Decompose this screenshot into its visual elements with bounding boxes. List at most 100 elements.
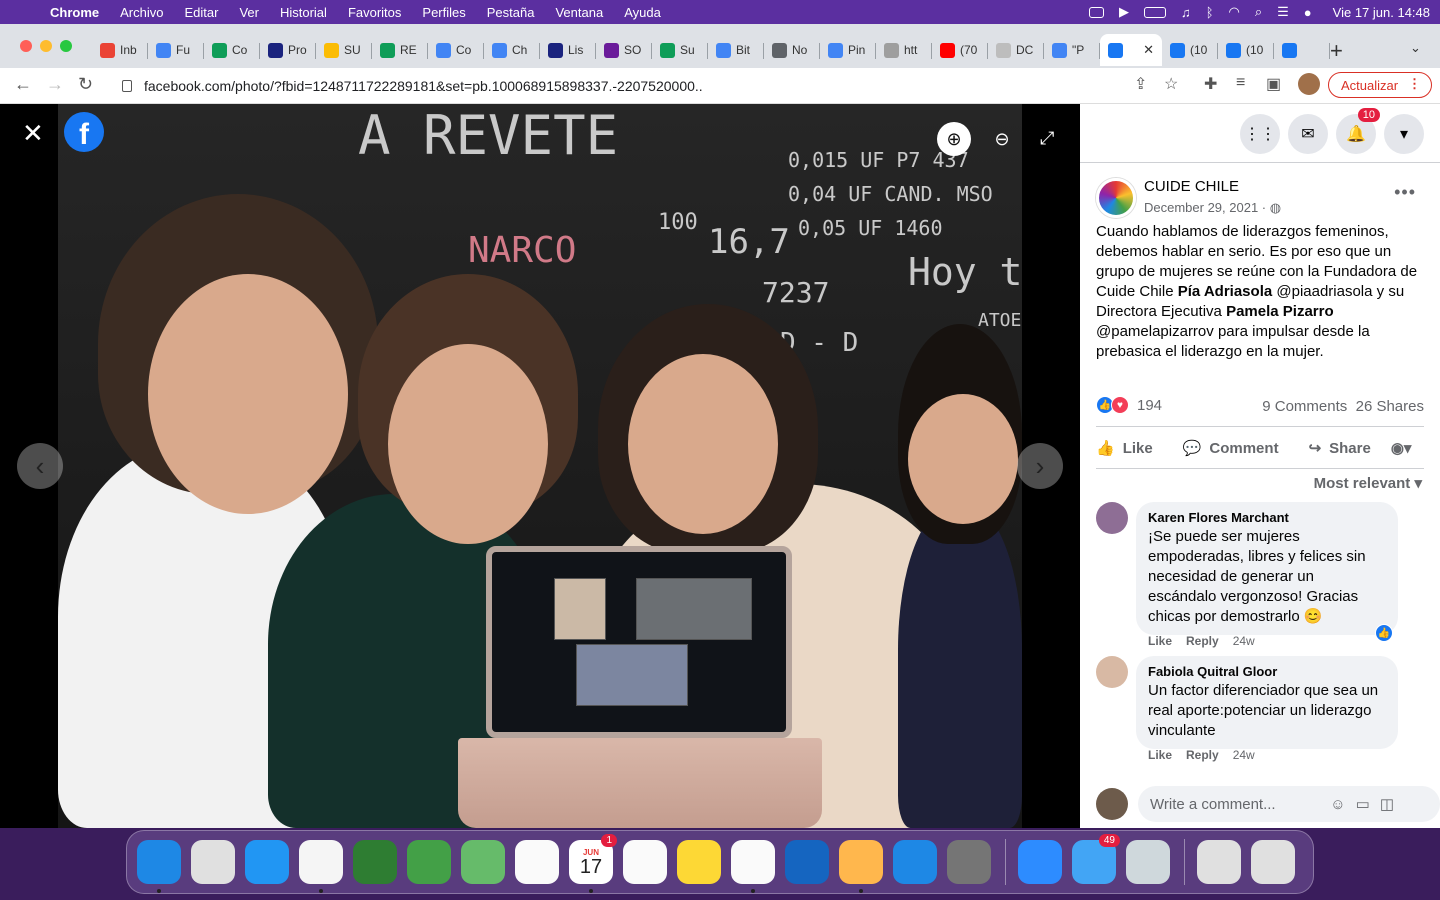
comment-sort-dropdown[interactable]: Most relevant ▾: [1314, 474, 1422, 492]
menu-ventana[interactable]: Ventana: [555, 5, 603, 20]
chrome-icon[interactable]: [299, 840, 343, 893]
system-preferences-icon[interactable]: [947, 840, 991, 884]
post-mention[interactable]: Pamela Pizarro: [1226, 303, 1334, 320]
bookmark-star-icon[interactable]: ☆: [1164, 74, 1178, 94]
comment-reply-button[interactable]: Reply: [1186, 748, 1219, 762]
menu-archivo[interactable]: Archivo: [120, 5, 163, 20]
emoji-icon[interactable]: ☺: [1330, 796, 1355, 813]
browser-tab[interactable]: Co: [428, 34, 484, 66]
commenter-avatar[interactable]: [1096, 502, 1128, 534]
messages-icon[interactable]: [407, 840, 451, 884]
menu-editar[interactable]: Editar: [184, 5, 218, 20]
reactions-summary[interactable]: 👍 ♥ 194: [1096, 396, 1162, 414]
comment-like-reaction-icon[interactable]: 👍: [1375, 624, 1393, 642]
wifi-icon[interactable]: ◠: [1229, 4, 1240, 20]
forward-arrow-icon[interactable]: →: [46, 74, 64, 95]
screen-mirror-icon[interactable]: [1088, 6, 1104, 18]
finder-icon[interactable]: [137, 840, 181, 893]
close-viewer-icon[interactable]: ✕: [22, 118, 44, 149]
next-photo-chevron-icon[interactable]: ›: [1017, 443, 1063, 489]
new-tab-button[interactable]: +: [1330, 38, 1343, 64]
documents-icon[interactable]: [1197, 840, 1241, 884]
photos-icon[interactable]: [515, 840, 559, 884]
comment-author[interactable]: Fabiola Quitral Gloor: [1148, 664, 1386, 679]
comment-like-button[interactable]: Like: [1148, 748, 1172, 762]
post-mention[interactable]: Pía Adriasola: [1178, 283, 1272, 300]
commenter-avatar[interactable]: [1096, 656, 1128, 688]
battery-icon[interactable]: [1143, 6, 1166, 18]
menu-clock[interactable]: Vie 17 jun. 14:48: [1333, 5, 1430, 20]
reminders-icon[interactable]: [623, 840, 667, 884]
browser-tab[interactable]: SU: [316, 34, 372, 66]
maps-icon[interactable]: [461, 840, 505, 884]
minimize-window-button[interactable]: [40, 40, 52, 52]
post-date[interactable]: December 29, 2021 · ◍: [1144, 200, 1281, 216]
notes-icon[interactable]: [677, 840, 721, 884]
browser-tab[interactable]: Ch: [484, 34, 540, 66]
keynote-icon[interactable]: [785, 840, 829, 884]
like-button[interactable]: 👍 Like: [1096, 439, 1153, 458]
browser-tab[interactable]: htt: [876, 34, 932, 66]
menu-perfiles[interactable]: Perfiles: [422, 5, 465, 20]
browser-tab[interactable]: (10: [1218, 34, 1274, 66]
calendar-icon[interactable]: JUN 17 1: [569, 834, 617, 893]
browser-tab[interactable]: (10: [1162, 34, 1218, 66]
safari-icon[interactable]: [245, 840, 289, 884]
comments-count-link[interactable]: 9 Comments: [1262, 398, 1347, 415]
page-avatar[interactable]: [1096, 178, 1136, 218]
menu-grid-icon[interactable]: ⋮⋮: [1240, 114, 1280, 154]
current-user-avatar[interactable]: [1096, 788, 1128, 820]
comment-reply-button[interactable]: Reply: [1186, 634, 1219, 648]
facetime-icon[interactable]: [353, 840, 397, 884]
shares-count-link[interactable]: 26 Shares: [1356, 398, 1424, 415]
messenger-icon[interactable]: ✉: [1288, 114, 1328, 154]
share-button[interactable]: ↪ Share: [1309, 439, 1371, 458]
post-options-icon[interactable]: •••: [1394, 182, 1416, 203]
spotlight-search-icon[interactable]: ⌕: [1255, 4, 1262, 20]
zoom-out-icon[interactable]: ⊖: [985, 122, 1019, 156]
zoom-window-button[interactable]: [60, 40, 72, 52]
browser-tab[interactable]: (70: [932, 34, 988, 66]
browser-tab[interactable]: Pin: [820, 34, 876, 66]
browser-tab[interactable]: Su: [652, 34, 708, 66]
fullscreen-icon[interactable]: ⤢: [1040, 128, 1054, 149]
control-center-icon[interactable]: ☰: [1277, 4, 1289, 20]
lock-icon[interactable]: [122, 80, 132, 92]
reaction-profile-chevron-icon[interactable]: ◉▾: [1391, 439, 1412, 457]
preview-icon[interactable]: [1126, 840, 1170, 884]
browser-tab[interactable]: Lis: [540, 34, 596, 66]
browser-tab[interactable]: Co: [204, 34, 260, 66]
siri-icon[interactable]: ●: [1304, 5, 1312, 20]
page-name-link[interactable]: CUIDE CHILE: [1144, 178, 1239, 195]
browser-tab[interactable]: Inb: [92, 34, 148, 66]
browser-tab[interactable]: DC: [988, 34, 1044, 66]
menu-historial[interactable]: Historial: [280, 5, 327, 20]
headphones-icon[interactable]: ♫: [1181, 5, 1191, 20]
notifications-bell-icon[interactable]: 🔔 10: [1336, 108, 1380, 154]
chrome-menu-icon[interactable]: ⋮: [1408, 76, 1421, 92]
trash-icon[interactable]: [1251, 840, 1295, 884]
menu-favoritos[interactable]: Favoritos: [348, 5, 401, 20]
share-page-icon[interactable]: ⇪: [1134, 74, 1147, 94]
extensions-puzzle-icon[interactable]: ✚: [1204, 74, 1217, 94]
close-tab-icon[interactable]: ✕: [1143, 42, 1154, 58]
browser-tab[interactable]: Bit: [708, 34, 764, 66]
facebook-logo-icon[interactable]: f: [64, 112, 104, 152]
side-panel-icon[interactable]: ▣: [1266, 74, 1281, 94]
menu-app-name[interactable]: Chrome: [50, 5, 99, 20]
mail-icon[interactable]: 49: [1072, 834, 1120, 884]
sticker-icon[interactable]: ◫: [1380, 796, 1404, 813]
browser-tab[interactable]: SO: [596, 34, 652, 66]
previous-photo-chevron-icon[interactable]: ‹: [17, 443, 63, 489]
pages-icon[interactable]: [839, 840, 883, 893]
tab-search-chevron-icon[interactable]: ⌄: [1410, 40, 1421, 56]
gif-icon[interactable]: ▭: [1356, 796, 1380, 813]
browser-tab[interactable]: No: [764, 34, 820, 66]
browser-tab[interactable]: Fu: [148, 34, 204, 66]
menu-ver[interactable]: Ver: [239, 5, 259, 20]
comment-time[interactable]: 24w: [1233, 748, 1255, 762]
zoom-icon[interactable]: [1018, 840, 1062, 884]
comment-author[interactable]: Karen Flores Marchant: [1148, 510, 1386, 525]
comment-button[interactable]: 💬 Comment: [1183, 439, 1279, 458]
account-chevron-down-icon[interactable]: ▾: [1384, 114, 1424, 154]
